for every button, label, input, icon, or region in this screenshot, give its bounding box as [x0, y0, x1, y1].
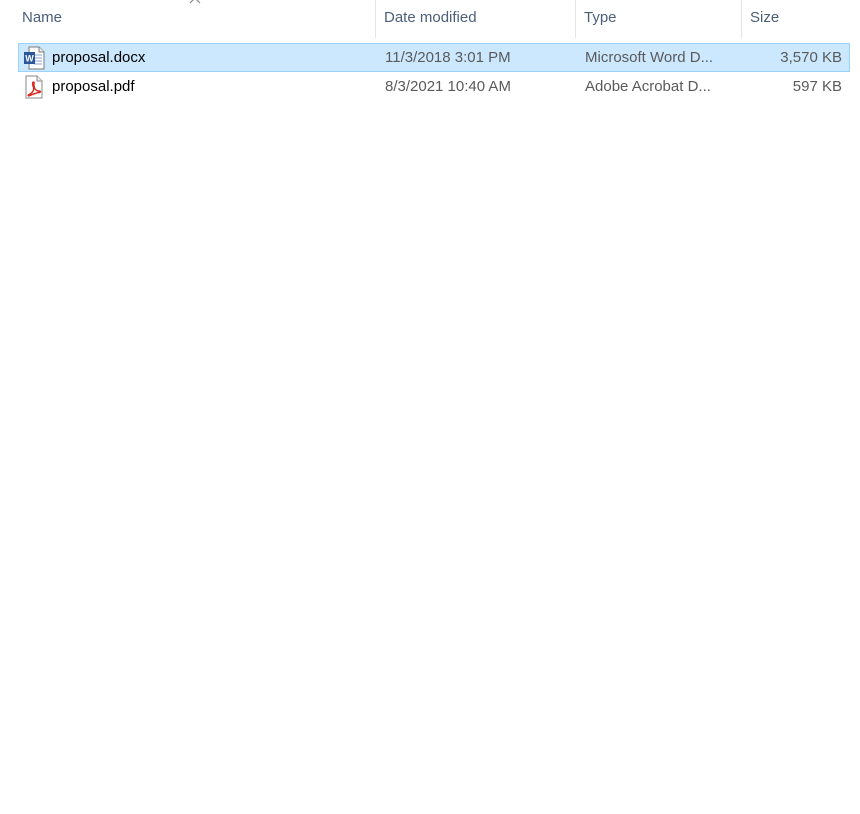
file-date-modified: 8/3/2021 10:40 AM [385, 78, 511, 95]
file-name: proposal.pdf [52, 78, 135, 95]
file-list-view: Name Date modified Type Size W proposal.… [0, 0, 860, 814]
file-type: Microsoft Word D... [585, 49, 714, 66]
pdf-document-icon [25, 75, 43, 99]
file-type: Adobe Acrobat D... [585, 78, 711, 95]
file-size: 597 KB [792, 78, 842, 95]
column-header-date-modified[interactable]: Date modified [376, 0, 576, 38]
file-date-modified: 11/3/2018 3:01 PM [385, 49, 511, 66]
file-row-proposal-pdf[interactable]: proposal.pdf 8/3/2021 10:40 AM Adobe Acr… [18, 72, 850, 101]
column-header-bar: Name Date modified Type Size [0, 0, 860, 38]
word-document-icon: W [24, 46, 45, 70]
file-row-proposal-docx[interactable]: W proposal.docx 11/3/2018 3:01 PM Micros… [18, 43, 850, 72]
file-size: 3,570 KB [780, 49, 842, 66]
file-name: proposal.docx [52, 49, 146, 66]
column-header-type[interactable]: Type [576, 0, 742, 38]
column-header-size[interactable]: Size [742, 0, 852, 38]
svg-text:W: W [25, 54, 34, 64]
column-header-name[interactable]: Name [14, 0, 376, 38]
